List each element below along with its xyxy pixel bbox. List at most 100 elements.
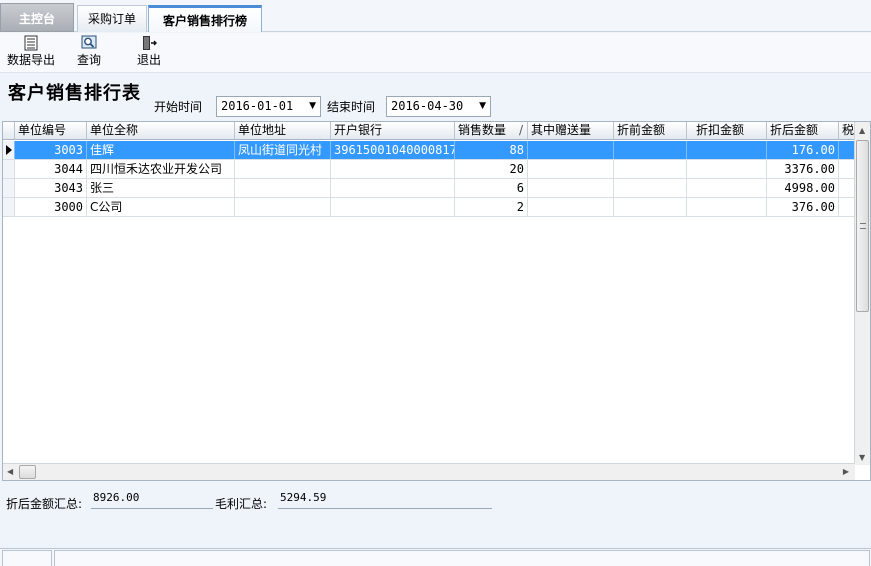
end-date-label: 结束时间 <box>327 100 376 114</box>
scroll-right-icon[interactable]: ▶ <box>843 467 849 476</box>
cell-sales-qty[interactable]: 88 <box>455 141 528 159</box>
cell-tax[interactable] <box>839 141 855 159</box>
table-row[interactable]: 3043 张三 6 4998.00 <box>3 179 855 198</box>
horizontal-scrollbar[interactable]: ◀ ▶ <box>3 463 855 480</box>
exit-door-icon <box>143 36 157 50</box>
table-row[interactable]: 3000 C公司 2 376.00 <box>3 198 855 217</box>
magnifier-icon <box>81 35 97 49</box>
gross-profit-total-label: 毛利汇总: <box>215 497 268 511</box>
cell-discount-amount[interactable] <box>687 179 767 197</box>
header-gift-qty[interactable]: 其中赠送量 <box>528 122 614 140</box>
table-row[interactable]: 3003 佳辉 凤山街道同光村 39615001040000817 88 176.00 <box>3 141 855 160</box>
cell-sales-qty[interactable]: 6 <box>455 179 528 197</box>
cell-sales-qty[interactable]: 20 <box>455 160 528 178</box>
start-date-label: 开始时间 <box>154 100 203 114</box>
exit-label: 退出 <box>136 53 161 67</box>
sales-ranking-grid: 单位编号 单位全称 单位地址 开户银行 销售数量 / 其中赠送量 折前金额 折扣… <box>2 121 871 481</box>
tab-purchase-order[interactable]: 采购订单 <box>77 5 147 32</box>
cell-amount-before[interactable] <box>614 160 687 178</box>
status-panel-left <box>2 550 52 566</box>
query-button[interactable]: 查询 <box>72 35 106 71</box>
header-sales-qty[interactable]: 销售数量 / <box>455 122 528 140</box>
cell-amount-before[interactable] <box>614 198 687 216</box>
cell-gift-qty[interactable] <box>528 160 614 178</box>
row-indicator[interactable] <box>3 141 15 159</box>
cell-unit-name[interactable]: 佳辉 <box>87 141 235 159</box>
cell-unit-name[interactable]: 四川恒禾达农业开发公司 <box>87 160 235 178</box>
cell-gift-qty[interactable] <box>528 179 614 197</box>
end-date-value: 2016-04-30 <box>391 99 464 113</box>
start-date-value: 2016-01-01 <box>221 99 294 113</box>
cell-tax[interactable] <box>839 160 855 178</box>
tab-customer-sales-ranking[interactable]: 客户销售排行榜 <box>148 5 262 32</box>
cell-sales-qty[interactable]: 2 <box>455 198 528 216</box>
cell-amount-before[interactable] <box>614 141 687 159</box>
horizontal-scroll-thumb[interactable] <box>19 465 36 479</box>
cell-tax[interactable] <box>839 198 855 216</box>
cell-unit-code[interactable]: 3000 <box>15 198 87 216</box>
cell-amount-after[interactable]: 376.00 <box>767 198 839 216</box>
header-indicator-cell <box>3 122 15 140</box>
cell-discount-amount[interactable] <box>687 141 767 159</box>
scroll-left-icon[interactable]: ◀ <box>7 467 13 476</box>
cell-amount-after[interactable]: 4998.00 <box>767 179 839 197</box>
cell-unit-code[interactable]: 3044 <box>15 160 87 178</box>
page-title: 客户销售排行表 <box>8 83 141 104</box>
cell-unit-address[interactable]: 凤山街道同光村 <box>235 141 331 159</box>
cell-discount-amount[interactable] <box>687 160 767 178</box>
table-row[interactable]: 3044 四川恒禾达农业开发公司 20 3376.00 <box>3 160 855 179</box>
after-discount-total-label: 折后金额汇总: <box>6 497 83 511</box>
after-discount-total-value: 8926.00 <box>91 491 213 509</box>
start-date-picker[interactable]: 2016-01-01 ▼ <box>216 96 321 117</box>
row-indicator[interactable] <box>3 198 15 216</box>
cell-unit-code[interactable]: 3043 <box>15 179 87 197</box>
cell-unit-code[interactable]: 3003 <box>15 141 87 159</box>
cell-bank[interactable]: 39615001040000817 <box>331 141 455 159</box>
cell-unit-name[interactable]: C公司 <box>87 198 235 216</box>
sort-indicator-icon: / <box>518 123 523 137</box>
cell-tax[interactable] <box>839 179 855 197</box>
vertical-scrollbar[interactable]: ▲ ▼ <box>854 122 870 465</box>
scroll-up-icon[interactable]: ▲ <box>859 126 865 135</box>
status-bar <box>0 548 871 566</box>
chevron-down-icon[interactable]: ▼ <box>479 97 486 116</box>
header-amount-after[interactable]: 折后金额 <box>767 122 839 140</box>
scroll-down-icon[interactable]: ▼ <box>859 453 865 462</box>
header-unit-code[interactable]: 单位编号 <box>15 122 87 140</box>
vertical-scroll-thumb[interactable] <box>856 140 869 312</box>
cell-unit-address[interactable] <box>235 160 331 178</box>
cell-discount-amount[interactable] <box>687 198 767 216</box>
cell-bank[interactable] <box>331 160 455 178</box>
cell-amount-after[interactable]: 176.00 <box>767 141 839 159</box>
chevron-down-icon[interactable]: ▼ <box>309 97 316 116</box>
cell-gift-qty[interactable] <box>528 141 614 159</box>
query-label: 查询 <box>76 53 101 67</box>
row-indicator[interactable] <box>3 179 15 197</box>
status-panel-main <box>54 550 870 566</box>
header-unit-address[interactable]: 单位地址 <box>235 122 331 140</box>
cell-amount-before[interactable] <box>614 179 687 197</box>
cell-bank[interactable] <box>331 179 455 197</box>
row-indicator[interactable] <box>3 160 15 178</box>
header-sales-qty-label: 销售数量 <box>458 123 507 137</box>
exit-button[interactable]: 退出 <box>132 35 166 71</box>
header-amount-before[interactable]: 折前金额 <box>614 122 687 140</box>
gross-profit-total-value: 5294.59 <box>278 491 492 509</box>
header-discount-amount[interactable]: 折扣金额 <box>687 122 767 140</box>
export-data-button[interactable]: 数据导出 <box>3 35 59 71</box>
header-bank[interactable]: 开户银行 <box>331 122 455 140</box>
cell-amount-after[interactable]: 3376.00 <box>767 160 839 178</box>
cell-unit-name[interactable]: 张三 <box>87 179 235 197</box>
tab-bar: 主控台 采购订单 客户销售排行榜 <box>0 0 871 32</box>
grip-icon <box>860 223 866 229</box>
end-date-picker[interactable]: 2016-04-30 ▼ <box>386 96 491 117</box>
header-tax[interactable]: 税 <box>839 122 855 140</box>
cell-gift-qty[interactable] <box>528 198 614 216</box>
cell-unit-address[interactable] <box>235 198 331 216</box>
tab-main-console[interactable]: 主控台 <box>0 3 74 32</box>
cell-bank[interactable] <box>331 198 455 216</box>
toolbar: 数据导出 查询 退出 <box>0 33 871 73</box>
header-unit-name[interactable]: 单位全称 <box>87 122 235 140</box>
cell-unit-address[interactable] <box>235 179 331 197</box>
export-data-label: 数据导出 <box>6 53 55 67</box>
